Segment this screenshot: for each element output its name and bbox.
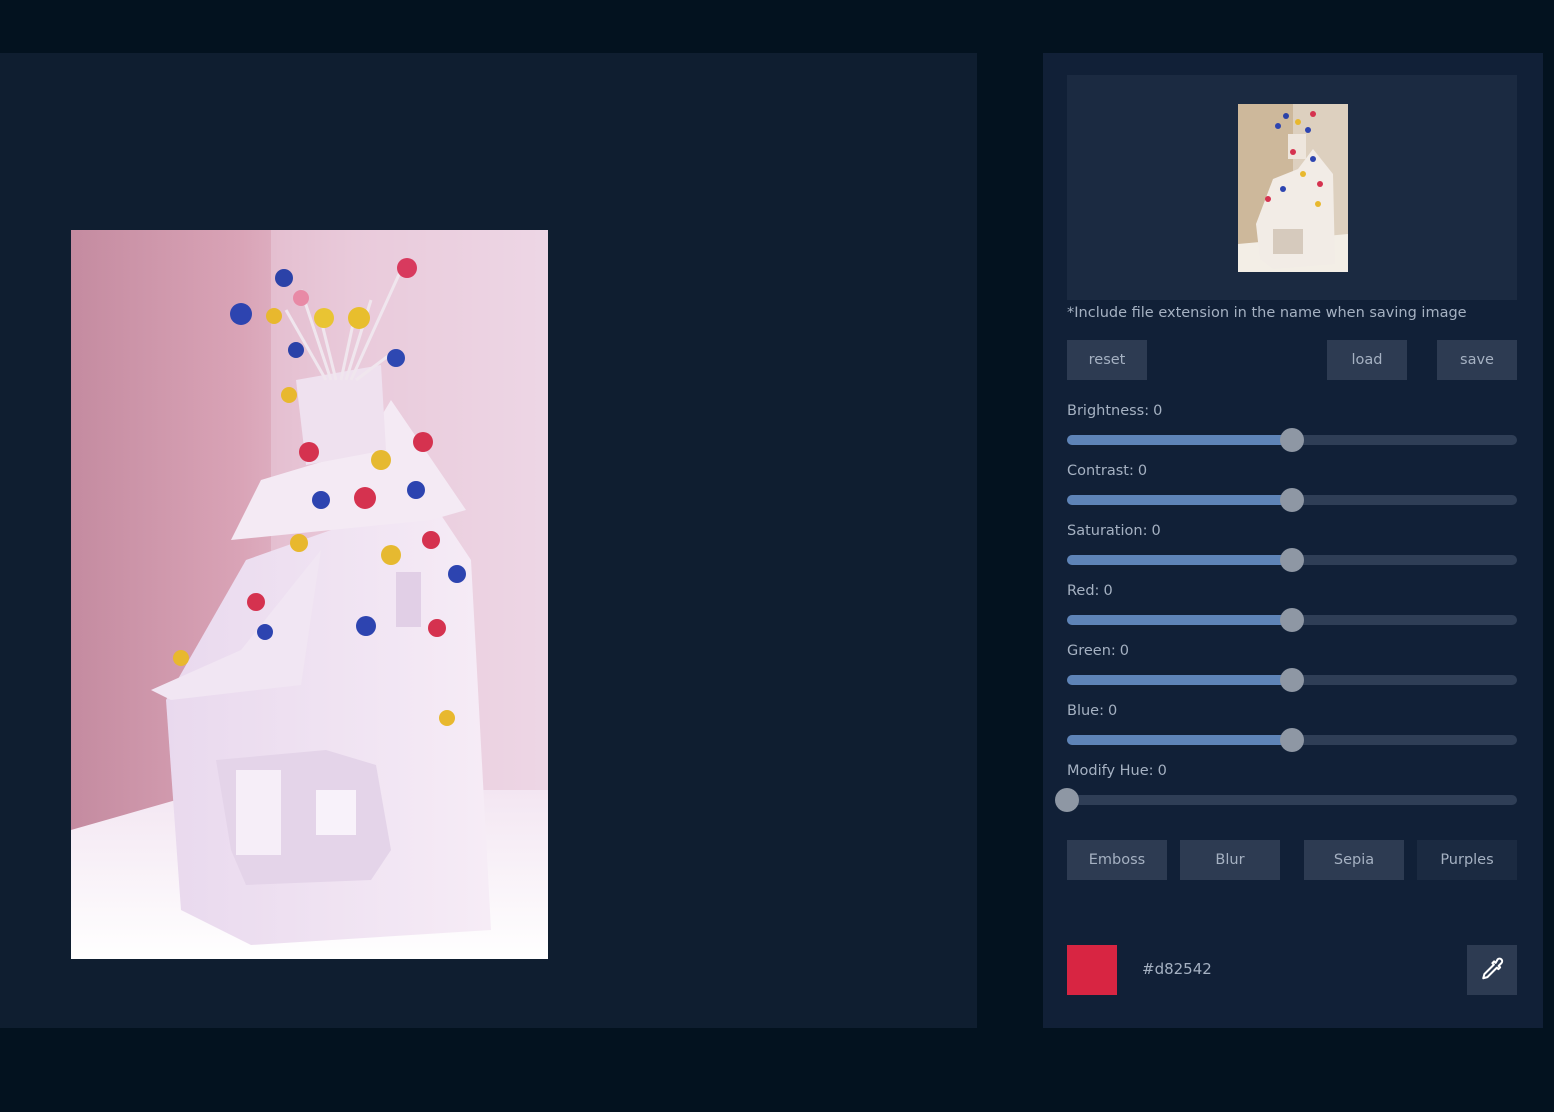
slider-label-text: Brightness: (1067, 403, 1150, 419)
save-hint: *Include file extension in the name when… (1067, 305, 1467, 321)
controls-panel: *Include file extension in the name when… (1043, 53, 1543, 1028)
slider-fill (1067, 675, 1292, 685)
slider-value: 0 (1153, 403, 1163, 419)
slider-fill (1067, 735, 1292, 745)
slider-fill (1067, 615, 1292, 625)
red-slider[interactable] (1067, 608, 1517, 632)
slider-label: Contrast: 0 (1067, 463, 1147, 479)
slider-value: 0 (1137, 463, 1148, 479)
slider-label: Blue: 0 (1067, 703, 1117, 719)
brightness-slider[interactable] (1067, 428, 1517, 452)
slider-label-text: Blue: (1067, 703, 1104, 719)
slider-label: Red: 0 (1067, 583, 1113, 599)
blur-filter-button[interactable]: Blur (1180, 840, 1280, 880)
green-slider[interactable] (1067, 668, 1517, 692)
slider-label: Saturation: 0 (1067, 523, 1161, 539)
save-button[interactable]: save (1437, 340, 1517, 380)
slider-label: Modify Hue: 0 (1067, 763, 1167, 779)
slider-label-text: Red: (1067, 583, 1100, 599)
slider-handle[interactable] (1280, 548, 1304, 572)
slider-value: 0 (1157, 763, 1167, 779)
slider-fill (1067, 555, 1292, 565)
thumbnail-photo (1238, 104, 1348, 272)
emboss-filter-button[interactable]: Emboss (1067, 840, 1167, 880)
slider-label-text: Modify Hue: (1067, 763, 1154, 779)
canvas-panel (0, 53, 977, 1028)
slider-value: 0 (1103, 583, 1113, 599)
slider-label-text: Contrast: (1067, 463, 1134, 479)
house-sculpture-photo (71, 230, 548, 959)
slider-handle[interactable] (1280, 428, 1304, 452)
selected-color-hex: #d82542 (1142, 960, 1212, 978)
slider-track[interactable] (1067, 795, 1517, 805)
slider-handle[interactable] (1280, 668, 1304, 692)
modify-hue-slider[interactable] (1055, 788, 1517, 812)
color-picker-button[interactable] (1467, 945, 1517, 995)
saturation-slider[interactable] (1067, 548, 1517, 572)
selected-color-swatch (1067, 945, 1117, 995)
reset-button[interactable]: reset (1067, 340, 1147, 380)
slider-label: Brightness: 0 (1067, 403, 1162, 419)
slider-label-text: Green: (1067, 643, 1116, 659)
slider-value: 0 (1151, 523, 1161, 539)
slider-fill (1067, 435, 1292, 445)
eyedropper-icon (1482, 957, 1504, 980)
slider-label-text: Saturation: (1067, 523, 1148, 539)
slider-handle[interactable] (1055, 788, 1079, 812)
slider-value: 0 (1119, 643, 1130, 659)
sepia-filter-button[interactable]: Sepia (1304, 840, 1404, 880)
purples-filter-button[interactable]: Purples (1417, 840, 1517, 880)
slider-value: 0 (1107, 703, 1118, 719)
blue-slider[interactable] (1067, 728, 1517, 752)
contrast-slider[interactable] (1067, 488, 1517, 512)
preview-box (1067, 75, 1517, 300)
slider-fill (1067, 495, 1292, 505)
slider-label: Green: 0 (1067, 643, 1129, 659)
load-button[interactable]: load (1327, 340, 1407, 380)
slider-handle[interactable] (1280, 488, 1304, 512)
slider-handle[interactable] (1280, 728, 1304, 752)
slider-handle[interactable] (1280, 608, 1304, 632)
original-image-thumbnail (1238, 104, 1348, 272)
edited-image[interactable] (71, 230, 548, 959)
